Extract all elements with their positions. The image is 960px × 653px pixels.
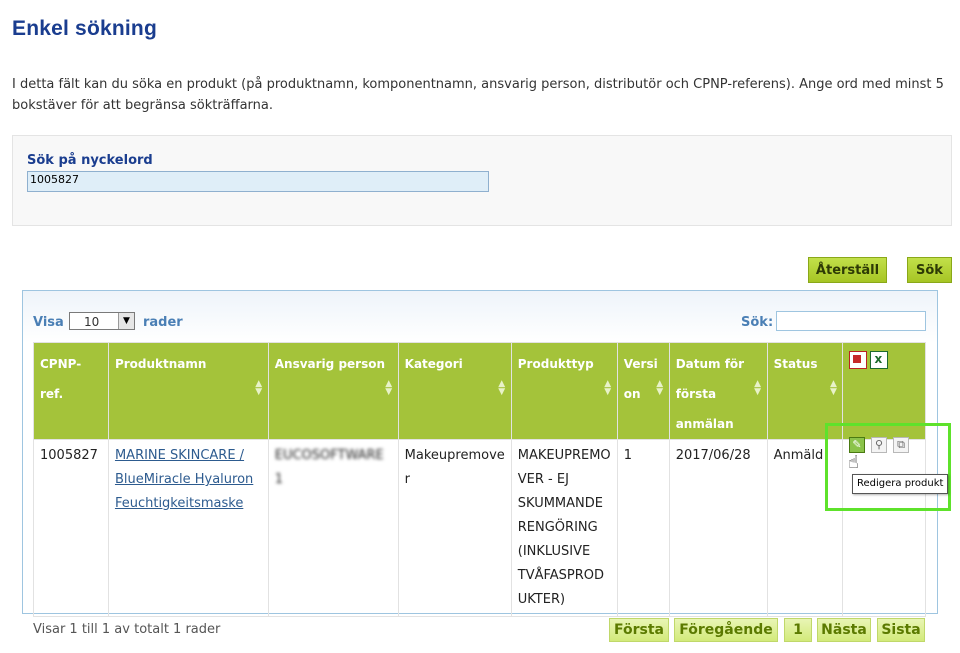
- page-1-button[interactable]: 1: [784, 618, 812, 642]
- sort-icon[interactable]: ▲ ▼: [497, 380, 507, 397]
- rows-label: rader: [143, 315, 183, 330]
- rows-per-page-select[interactable]: 10 ▼: [69, 312, 135, 330]
- keyword-label: Sök på nyckelord: [27, 153, 153, 168]
- filter-label: Sök:: [741, 315, 774, 330]
- table-row: 1005827 MARINE SKINCARE / BlueMiracle Hya…: [33, 439, 926, 617]
- edit-tooltip: Redigera produkt: [852, 474, 949, 494]
- column-version[interactable]: Versi on ▲ ▼: [616, 342, 670, 440]
- sort-icon[interactable]: ▲ ▼: [603, 380, 613, 397]
- keyword-input[interactable]: 1005827: [27, 171, 489, 192]
- sort-icon[interactable]: ▲ ▼: [254, 380, 264, 397]
- pdf-icon[interactable]: [849, 351, 868, 369]
- rows-per-page-value: 10: [84, 315, 100, 329]
- column-date[interactable]: Datum för första anmälan ▲ ▼: [668, 342, 768, 440]
- column-cpnp[interactable]: CPNP-ref.: [33, 342, 109, 440]
- cell-date: 2017/06/28: [668, 439, 768, 617]
- cell-product-name: MARINE SKINCARE / BlueMiracle Hyaluron Feu…: [107, 439, 269, 617]
- reset-button[interactable]: Återställ: [808, 257, 887, 283]
- first-page-button[interactable]: Första: [609, 618, 669, 642]
- cell-version: 1: [616, 439, 670, 617]
- show-label: Visa: [33, 315, 64, 330]
- column-responsible[interactable]: Ansvarig person ▲ ▼: [267, 342, 399, 440]
- cell-category: Makeupremove r: [397, 439, 512, 617]
- results-summary: Visar 1 till 1 av totalt 1 rader: [33, 622, 221, 637]
- previous-page-button[interactable]: Föregående: [674, 618, 778, 642]
- chevron-down-icon[interactable]: ▼: [118, 313, 134, 329]
- results-table: CPNP-ref. Produktnamn ▲ ▼ Ansvarig person ▲…: [33, 342, 926, 617]
- highlight-box: [825, 423, 951, 511]
- results-panel: Visa 10 ▼ rader Sök: CPNP-ref. Produktna…: [22, 290, 938, 617]
- cell-responsible: EUCOSOFTWARE 1: [267, 439, 399, 617]
- column-category[interactable]: Kategori ▲ ▼: [397, 342, 512, 440]
- column-product-name[interactable]: Produktnamn ▲ ▼: [107, 342, 269, 440]
- cell-cpnp: 1005827: [33, 439, 109, 617]
- next-page-button[interactable]: Nästa: [817, 618, 871, 642]
- sort-icon[interactable]: ▲ ▼: [753, 380, 763, 397]
- last-page-button[interactable]: Sista: [877, 618, 925, 642]
- column-product-type[interactable]: Produkttyp ▲ ▼: [510, 342, 618, 440]
- intro-text: I detta fält kan du söka en produkt (på …: [12, 77, 944, 113]
- sort-icon[interactable]: ▲ ▼: [384, 380, 394, 397]
- search-button[interactable]: Sök: [907, 257, 952, 283]
- filter-input[interactable]: [776, 311, 926, 331]
- product-link[interactable]: MARINE SKINCARE / BlueMiracle Hyaluron Feu…: [115, 448, 253, 511]
- cell-product-type: MAKEUPREMO VER - EJ SKUMMANDE RENGÖRING (INK…: [510, 439, 618, 617]
- sort-icon[interactable]: ▲ ▼: [828, 380, 838, 397]
- sort-icon[interactable]: ▲ ▼: [655, 380, 665, 397]
- table-header-row: CPNP-ref. Produktnamn ▲ ▼ Ansvarig person ▲…: [33, 342, 926, 440]
- page-title: Enkel sökning: [12, 17, 157, 40]
- excel-icon[interactable]: [870, 344, 889, 374]
- hand-cursor-icon: ☝: [848, 452, 859, 473]
- search-panel: Sök på nyckelord 1005827: [12, 135, 952, 226]
